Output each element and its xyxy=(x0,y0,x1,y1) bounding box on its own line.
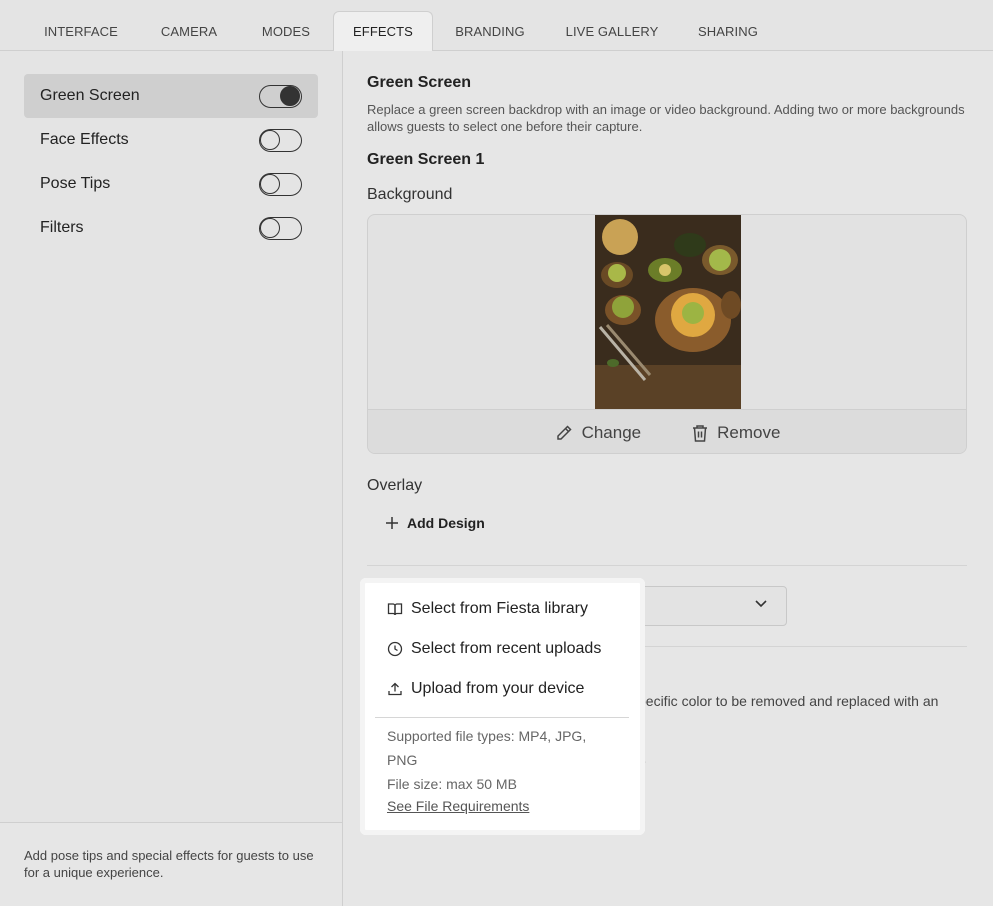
supported-file-types-text: Supported file types: MP4, JPG, xyxy=(387,728,587,744)
upload-icon xyxy=(387,681,403,697)
page-description: Replace a green screen backdrop with an … xyxy=(367,102,965,134)
trash-icon xyxy=(691,423,709,443)
sidebar-footer-text: Add pose tips and special effects for gu… xyxy=(0,822,342,906)
green-screen-toggle[interactable] xyxy=(259,85,302,108)
menu-item-label: Upload from your device xyxy=(411,680,585,697)
sidebar-item-filters[interactable]: Filters xyxy=(24,206,318,250)
pencil-icon xyxy=(554,423,574,443)
remove-button[interactable]: Remove xyxy=(691,423,780,443)
book-icon xyxy=(387,601,403,617)
sidebar-item-pose-tips[interactable]: Pose Tips xyxy=(24,162,318,206)
color-description-text: pecific color to be removed and replaced… xyxy=(638,693,939,709)
menu-divider xyxy=(375,717,629,718)
clock-icon xyxy=(387,641,403,657)
tab-modes[interactable]: MODES xyxy=(244,12,328,51)
menu-item-fiesta-library[interactable]: Select from Fiesta library xyxy=(387,600,588,618)
tab-sharing[interactable]: SHARING xyxy=(684,12,772,51)
toggle-knob xyxy=(260,218,280,238)
green-screen-1-title: Green Screen 1 xyxy=(367,151,485,168)
change-label: Change xyxy=(581,422,642,442)
sidebar-item-label: Green Screen xyxy=(40,87,140,104)
menu-item-recent-uploads[interactable]: Select from recent uploads xyxy=(387,640,601,658)
page-title: Green Screen xyxy=(367,74,472,91)
tab-bar: INTERFACE CAMERA MODES EFFECTS BRANDING … xyxy=(0,0,993,51)
tab-live-gallery[interactable]: LIVE GALLERY xyxy=(552,12,672,51)
remove-label: Remove xyxy=(717,422,781,442)
sidebar-item-label: Face Effects xyxy=(40,131,129,148)
chevron-down-icon xyxy=(754,599,768,609)
upload-source-menu: Select from Fiesta library Select from r… xyxy=(360,578,645,835)
sidebar-item-label: Filters xyxy=(40,219,84,236)
add-design-label: Add Design xyxy=(407,515,485,531)
sidebar-item-label: Pose Tips xyxy=(40,175,111,192)
file-size-text: File size: max 50 MB xyxy=(387,776,517,792)
dropdown-select[interactable] xyxy=(633,586,787,626)
plus-icon xyxy=(385,516,399,530)
overlay-label: Overlay xyxy=(367,477,423,494)
sidebar-item-green-screen[interactable]: Green Screen xyxy=(24,74,318,118)
supported-file-types-text-cont: PNG xyxy=(387,752,418,768)
menu-item-upload-device[interactable]: Upload from your device xyxy=(387,680,584,698)
change-button[interactable]: Change xyxy=(554,422,642,443)
filters-toggle[interactable] xyxy=(259,217,302,240)
menu-item-label: Select from Fiesta library xyxy=(411,600,588,617)
file-requirements-link[interactable]: See File Requirements xyxy=(387,798,529,814)
background-thumbnail[interactable] xyxy=(595,215,741,409)
effects-sidebar: Green Screen Face Effects Pose Tips Filt… xyxy=(0,51,343,906)
toggle-knob xyxy=(280,86,300,106)
tab-branding[interactable]: BRANDING xyxy=(440,12,540,51)
tab-camera[interactable]: CAMERA xyxy=(140,12,238,51)
background-preview-box: Change Remove xyxy=(367,214,967,454)
face-effects-toggle[interactable] xyxy=(259,129,302,152)
menu-item-label: Select from recent uploads xyxy=(411,640,602,657)
sidebar-item-face-effects[interactable]: Face Effects xyxy=(24,118,318,162)
background-actions: Change Remove xyxy=(368,409,966,453)
toggle-knob xyxy=(260,130,280,150)
background-label: Background xyxy=(367,186,453,203)
pose-tips-toggle[interactable] xyxy=(259,173,302,196)
section-divider xyxy=(367,565,967,566)
toggle-knob xyxy=(260,174,280,194)
tab-interface[interactable]: INTERFACE xyxy=(28,12,134,51)
tab-effects[interactable]: EFFECTS xyxy=(333,11,433,51)
add-design-button[interactable]: Add Design xyxy=(385,515,485,531)
